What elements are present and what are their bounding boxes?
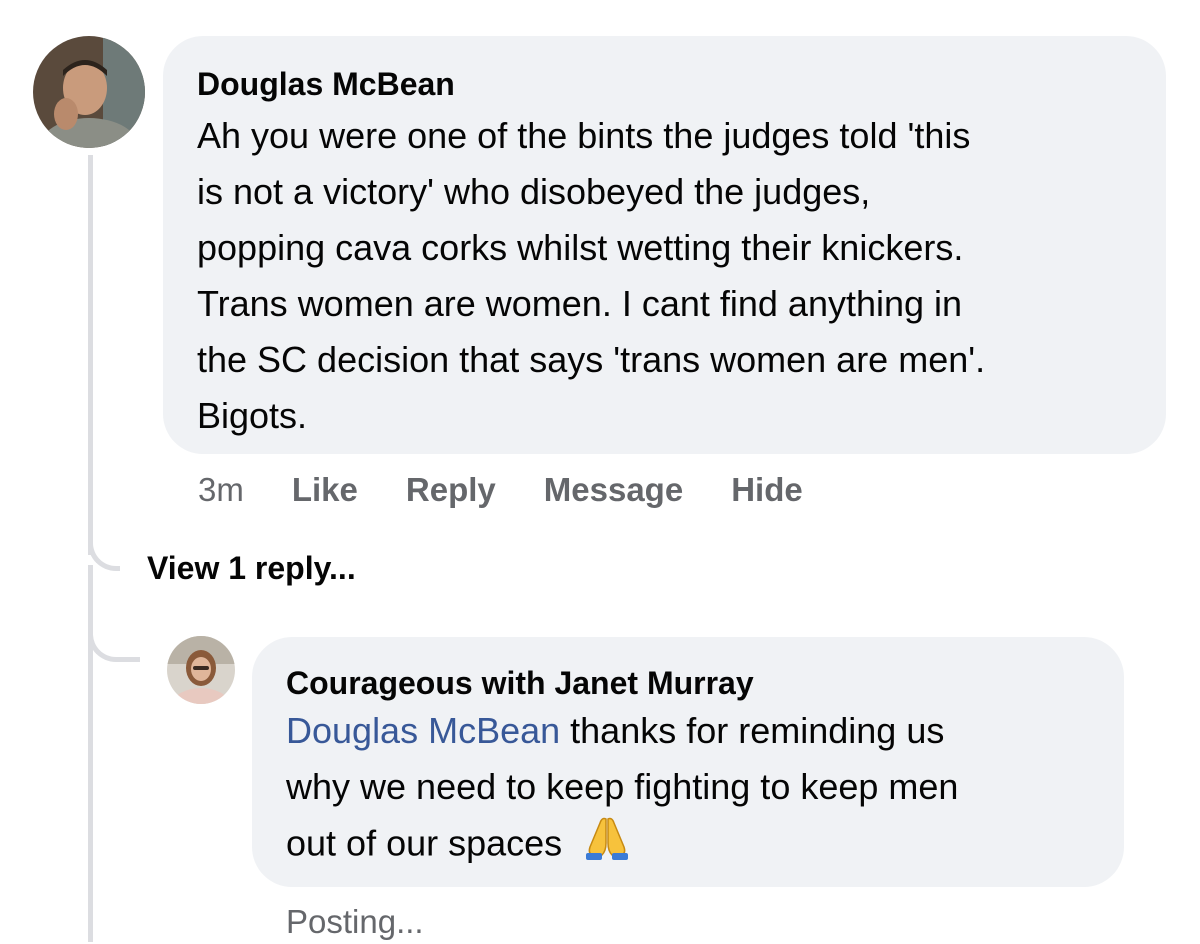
message-button[interactable]: Message — [544, 468, 683, 512]
reply-text-line: Douglas McBean thanks for reminding us — [286, 703, 1090, 759]
comment-author[interactable]: Douglas McBean — [197, 64, 1132, 104]
thread-connector — [88, 515, 120, 571]
reply-button[interactable]: Reply — [406, 468, 496, 512]
comment-text-line: the SC decision that says 'trans women a… — [197, 339, 986, 380]
folded-hands-icon — [582, 815, 632, 877]
like-button[interactable]: Like — [292, 468, 358, 512]
mention-link[interactable]: Douglas McBean — [286, 710, 560, 751]
hide-button[interactable]: Hide — [731, 468, 803, 512]
comment-text-line: Trans women are women. I cant find anyth… — [197, 283, 963, 324]
reply-bubble: Courageous with Janet Murray Douglas McB… — [252, 637, 1124, 887]
comment-text-line: is not a victory' who disobeyed the judg… — [197, 171, 871, 212]
thread-connector — [88, 600, 140, 662]
comment-text-line: Bigots. — [197, 395, 308, 436]
comment-bubble: Douglas McBean Ah you were one of the bi… — [163, 36, 1166, 454]
comment-timestamp[interactable]: 3m — [198, 468, 244, 512]
reply-text-line: out of our spaces — [286, 815, 1090, 877]
avatar[interactable] — [167, 636, 235, 704]
view-replies-link[interactable]: View 1 reply... — [147, 546, 356, 590]
comment-text-line: Ah you were one of the bints the judges … — [197, 115, 971, 156]
comment-text-line: popping cava corks whilst wetting their … — [197, 227, 964, 268]
avatar[interactable] — [33, 36, 145, 148]
thread-line — [88, 155, 93, 555]
reply-text-line: why we need to keep fighting to keep men — [286, 766, 959, 807]
reply-text: Douglas McBean thanks for reminding us w… — [286, 703, 1090, 877]
reply-author[interactable]: Courageous with Janet Murray — [286, 663, 1090, 703]
comment-text: Ah you were one of the bints the judges … — [197, 108, 1132, 444]
reply-text-fragment: out of our spaces — [286, 822, 563, 864]
comment-actions: 3m Like Reply Message Hide — [198, 468, 851, 512]
reply-text-fragment: thanks for reminding us — [560, 710, 945, 751]
posting-status: Posting... — [286, 903, 424, 940]
